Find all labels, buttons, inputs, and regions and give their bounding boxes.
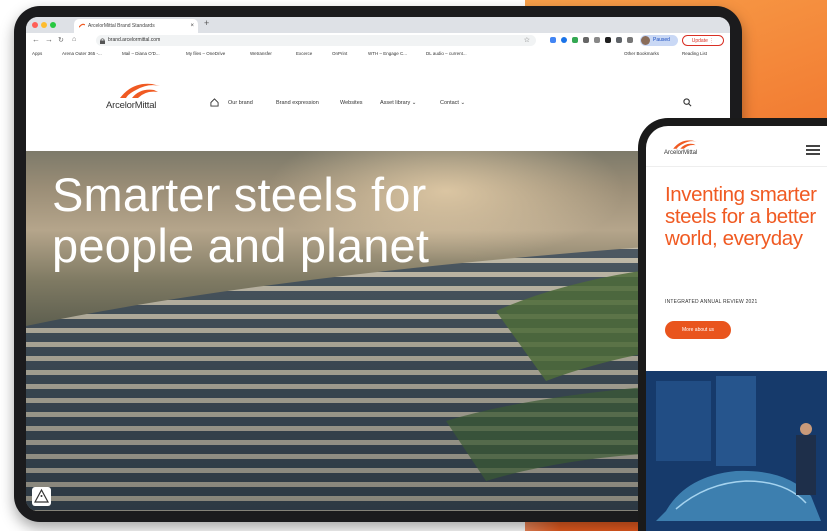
tablet-screen: ArcelorMittal Brand Standards × + ← → ↻ … [26,17,730,511]
lock-icon [100,38,105,44]
url-text: brand.arcelormittal.com [108,37,161,43]
extension-icon[interactable] [605,37,611,43]
site-header: ArcelorMittal Our brand Brand expression… [26,60,730,151]
accessibility-icon [33,488,50,503]
annual-review-label[interactable]: INTEGRATED ANNUAL REVIEW 2021 [665,299,758,305]
chevron-down-icon: ⌄ [411,100,417,106]
phone-device: ArcelorMittal Inventing smarter steels f… [638,118,827,531]
more-about-us-button[interactable]: More about us [665,321,731,339]
bookmark-item[interactable]: Arena Outer 365 -... [62,48,102,60]
logo-text: ArcelorMittal [106,100,157,111]
car-illustration [646,371,827,531]
arcelormittal-logo-icon[interactable] [672,138,698,150]
phone-header: ArcelorMittal [646,126,827,167]
hero-section: Smarter steels for people and planet [26,151,730,511]
extension-icon[interactable] [561,37,567,43]
extension-icon[interactable] [550,37,556,43]
address-bar[interactable]: brand.arcelormittal.com ☆ [96,35,536,46]
new-tab-icon[interactable]: + [204,18,209,28]
forward-icon[interactable]: → [45,35,53,44]
maximize-window-button[interactable] [50,22,56,28]
extension-icon[interactable] [583,37,589,43]
nav-asset-library[interactable]: Asset library ⌄ [380,100,416,106]
hamburger-menu-icon[interactable] [806,145,820,157]
extension-icon[interactable] [572,37,578,43]
phone-screen: ArcelorMittal Inventing smarter steels f… [646,126,827,531]
browser-toolbar: ← → ↻ ⌂ brand.arcelormittal.com ☆ Paused… [26,33,730,48]
browser-tab[interactable]: ArcelorMittal Brand Standards × [74,19,198,33]
nav-contact[interactable]: Contact ⌄ [440,100,465,106]
back-icon[interactable]: ← [32,35,40,44]
profile-paused-button[interactable]: Paused [640,35,678,46]
nav-contact-label: Contact [440,100,459,106]
paused-label: Paused [653,37,670,43]
bookmark-item[interactable]: Mail – Diana O'D... [122,48,160,60]
bookmark-item[interactable]: Wetransfer [250,48,272,60]
reload-icon[interactable]: ↻ [58,36,64,44]
update-label: Update [691,38,708,44]
nav-brand-expression[interactable]: Brand expression [276,100,319,106]
search-icon[interactable] [683,98,692,107]
extension-icon[interactable] [594,37,600,43]
tablet-device: ArcelorMittal Brand Standards × + ← → ↻ … [14,6,742,522]
bookmark-item[interactable]: Excerce [296,48,312,60]
bookmark-star-icon[interactable]: ☆ [524,35,530,46]
minimize-window-button[interactable] [41,22,47,28]
tab-title: ArcelorMittal Brand Standards [88,23,155,29]
bookmark-item[interactable]: Reading List [682,48,707,60]
arcelormittal-logo-icon[interactable] [118,80,162,100]
phone-headline: Inventing smarter steels for a better wo… [665,183,817,250]
extensions-puzzle-icon[interactable] [616,37,622,43]
update-button[interactable]: Update ⋮ [682,35,724,46]
tab-close-icon[interactable]: × [190,19,194,33]
avatar [641,36,650,45]
accessibility-widget-button[interactable] [32,487,51,506]
bookmark-item[interactable]: DL audio – current... [426,48,467,60]
bookmark-item[interactable]: Apps [32,48,42,60]
browser-tab-bar: ArcelorMittal Brand Standards × + [26,17,730,33]
nav-websites[interactable]: Websites [340,100,363,106]
logo-text: ArcelorMittal [664,150,698,156]
bookmark-item[interactable]: OnPrint [332,48,347,60]
close-window-button[interactable] [32,22,38,28]
hero-title: Smarter steels for people and planet [52,168,430,272]
bookmark-item[interactable]: My files – OneDrive [186,48,225,60]
home-icon[interactable] [210,98,219,107]
nav-asset-library-label: Asset library [380,100,411,106]
extension-icon[interactable] [627,37,633,43]
nav-our-brand[interactable]: Our brand [228,100,253,106]
bookmark-item[interactable]: WTH – Engage C... [368,48,407,60]
futuristic-car-image [646,371,827,531]
bookmark-item[interactable]: Other Bookmarks [624,48,659,60]
arcelormittal-favicon-icon [79,23,85,28]
home-browser-icon[interactable]: ⌂ [72,36,76,43]
chevron-down-icon: ⌄ [460,100,466,106]
